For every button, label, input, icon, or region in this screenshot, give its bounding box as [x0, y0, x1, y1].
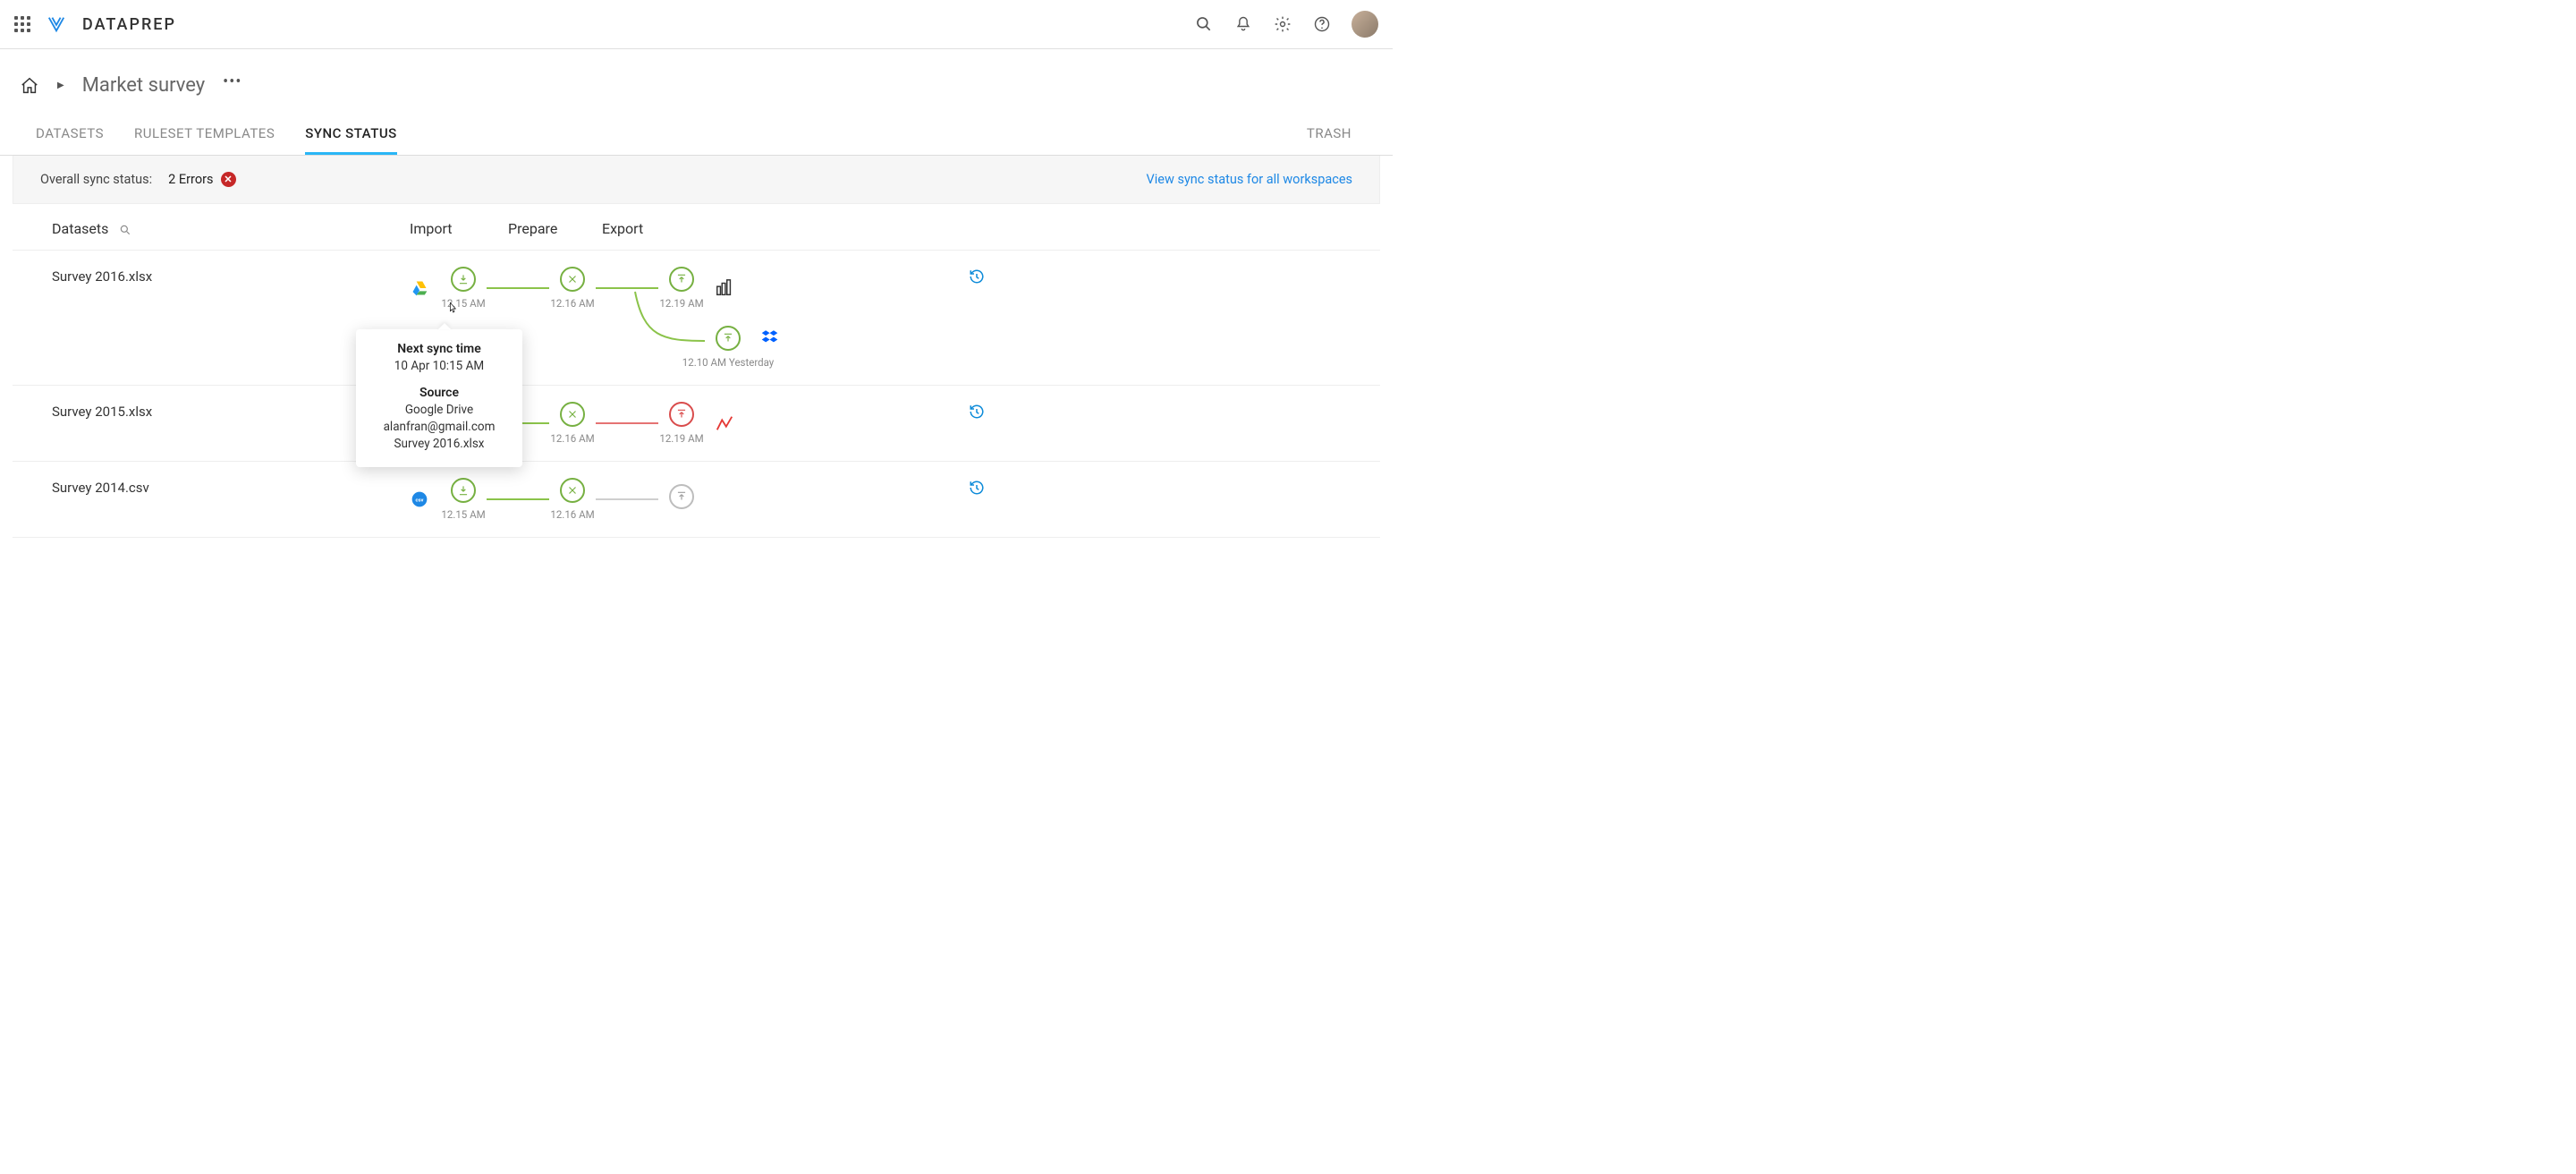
prepare-timestamp: 12.16 AM — [550, 508, 594, 521]
col-import: Import — [410, 220, 508, 237]
popover-sync-value: 10 Apr 10:15 AM — [365, 358, 513, 375]
popover-sync-head: Next sync time — [365, 342, 513, 356]
svg-text:csv: csv — [416, 498, 424, 504]
google-drive-icon — [410, 278, 429, 298]
export-node[interactable] — [716, 326, 741, 351]
tab-sync-status[interactable]: SYNC STATUS — [305, 125, 397, 155]
chevron-right-icon: ▶ — [57, 81, 64, 90]
more-icon[interactable]: ••• — [223, 74, 242, 90]
sync-info-popover: Next sync time 10 Apr 10:15 AM Source Go… — [356, 329, 522, 467]
history-icon[interactable] — [969, 404, 985, 420]
import-timestamp: 12.15 AM — [441, 508, 485, 521]
error-badge-icon: ✕ — [221, 172, 236, 187]
view-all-workspaces-link[interactable]: View sync status for all workspaces — [1147, 172, 1352, 187]
table-row: Survey 2015.xlsx 12.15 AM — [13, 385, 1380, 461]
history-icon[interactable] — [969, 480, 985, 496]
col-export: Export — [602, 220, 969, 237]
export-node[interactable] — [669, 267, 694, 292]
avatar[interactable] — [1352, 11, 1378, 38]
col-prepare: Prepare — [508, 220, 602, 237]
breadcrumb: ▶ Market survey ••• — [0, 49, 1393, 106]
bell-icon[interactable] — [1233, 14, 1253, 34]
col-datasets: Datasets — [52, 220, 108, 237]
apps-grid-icon[interactable] — [14, 16, 30, 32]
home-icon[interactable] — [20, 76, 39, 96]
history-icon[interactable] — [969, 268, 985, 285]
sync-table: Datasets Import Prepare Export Survey 20… — [13, 204, 1380, 538]
search-icon[interactable] — [1194, 14, 1214, 34]
prepare-timestamp: 12.16 AM — [550, 432, 594, 445]
tab-datasets[interactable]: DATASETS — [36, 125, 104, 155]
prepare-timestamp: 12.16 AM — [550, 297, 594, 310]
import-node[interactable] — [451, 478, 476, 503]
powerbi-icon — [714, 277, 735, 299]
prepare-node[interactable] — [560, 478, 585, 503]
table-row: Survey 2014.csv csv 12.15 AM — [13, 461, 1380, 538]
csv-icon: csv — [410, 489, 429, 509]
prepare-node[interactable] — [560, 402, 585, 427]
breadcrumb-title: Market survey — [82, 74, 205, 97]
gear-icon[interactable] — [1273, 14, 1292, 34]
table-row: Survey 2016.xlsx 12.15 AM — [13, 250, 1380, 385]
export-timestamp: 12.10 AM Yesterday — [682, 356, 774, 369]
export-node[interactable] — [669, 484, 694, 509]
popover-source-file: Survey 2016.xlsx — [365, 436, 513, 453]
tab-ruleset-templates[interactable]: RULESET TEMPLATES — [134, 125, 275, 155]
help-icon[interactable] — [1312, 14, 1332, 34]
popover-source-account: alanfran@gmail.com — [365, 419, 513, 436]
topbar: DATAPREP — [0, 0, 1393, 49]
tab-trash[interactable]: TRASH — [1307, 125, 1352, 155]
popover-source-head: Source — [365, 386, 513, 400]
app-logo-icon[interactable] — [47, 14, 66, 34]
tabs-row: DATASETS RULESET TEMPLATES SYNC STATUS T… — [0, 106, 1393, 156]
export-node[interactable] — [669, 402, 694, 427]
dataset-name[interactable]: Survey 2016.xlsx — [52, 267, 410, 285]
popover-source-service: Google Drive — [365, 402, 513, 419]
zoho-analytics-icon — [714, 413, 735, 434]
overall-status-bar: Overall sync status: 2 Errors ✕ View syn… — [13, 156, 1380, 204]
overall-status-value: 2 Errors — [168, 172, 213, 187]
export-timestamp: 12.19 AM — [659, 432, 703, 445]
import-node[interactable] — [451, 267, 476, 292]
prepare-node[interactable] — [560, 267, 585, 292]
import-timestamp: 12.15 AM — [441, 297, 485, 310]
app-title: DATAPREP — [82, 15, 176, 34]
dropbox-icon — [760, 328, 782, 349]
dataset-name[interactable]: Survey 2014.csv — [52, 478, 410, 496]
overall-status-label: Overall sync status: — [40, 172, 152, 187]
table-header: Datasets Import Prepare Export — [13, 204, 1380, 250]
search-datasets-icon[interactable] — [119, 223, 131, 235]
